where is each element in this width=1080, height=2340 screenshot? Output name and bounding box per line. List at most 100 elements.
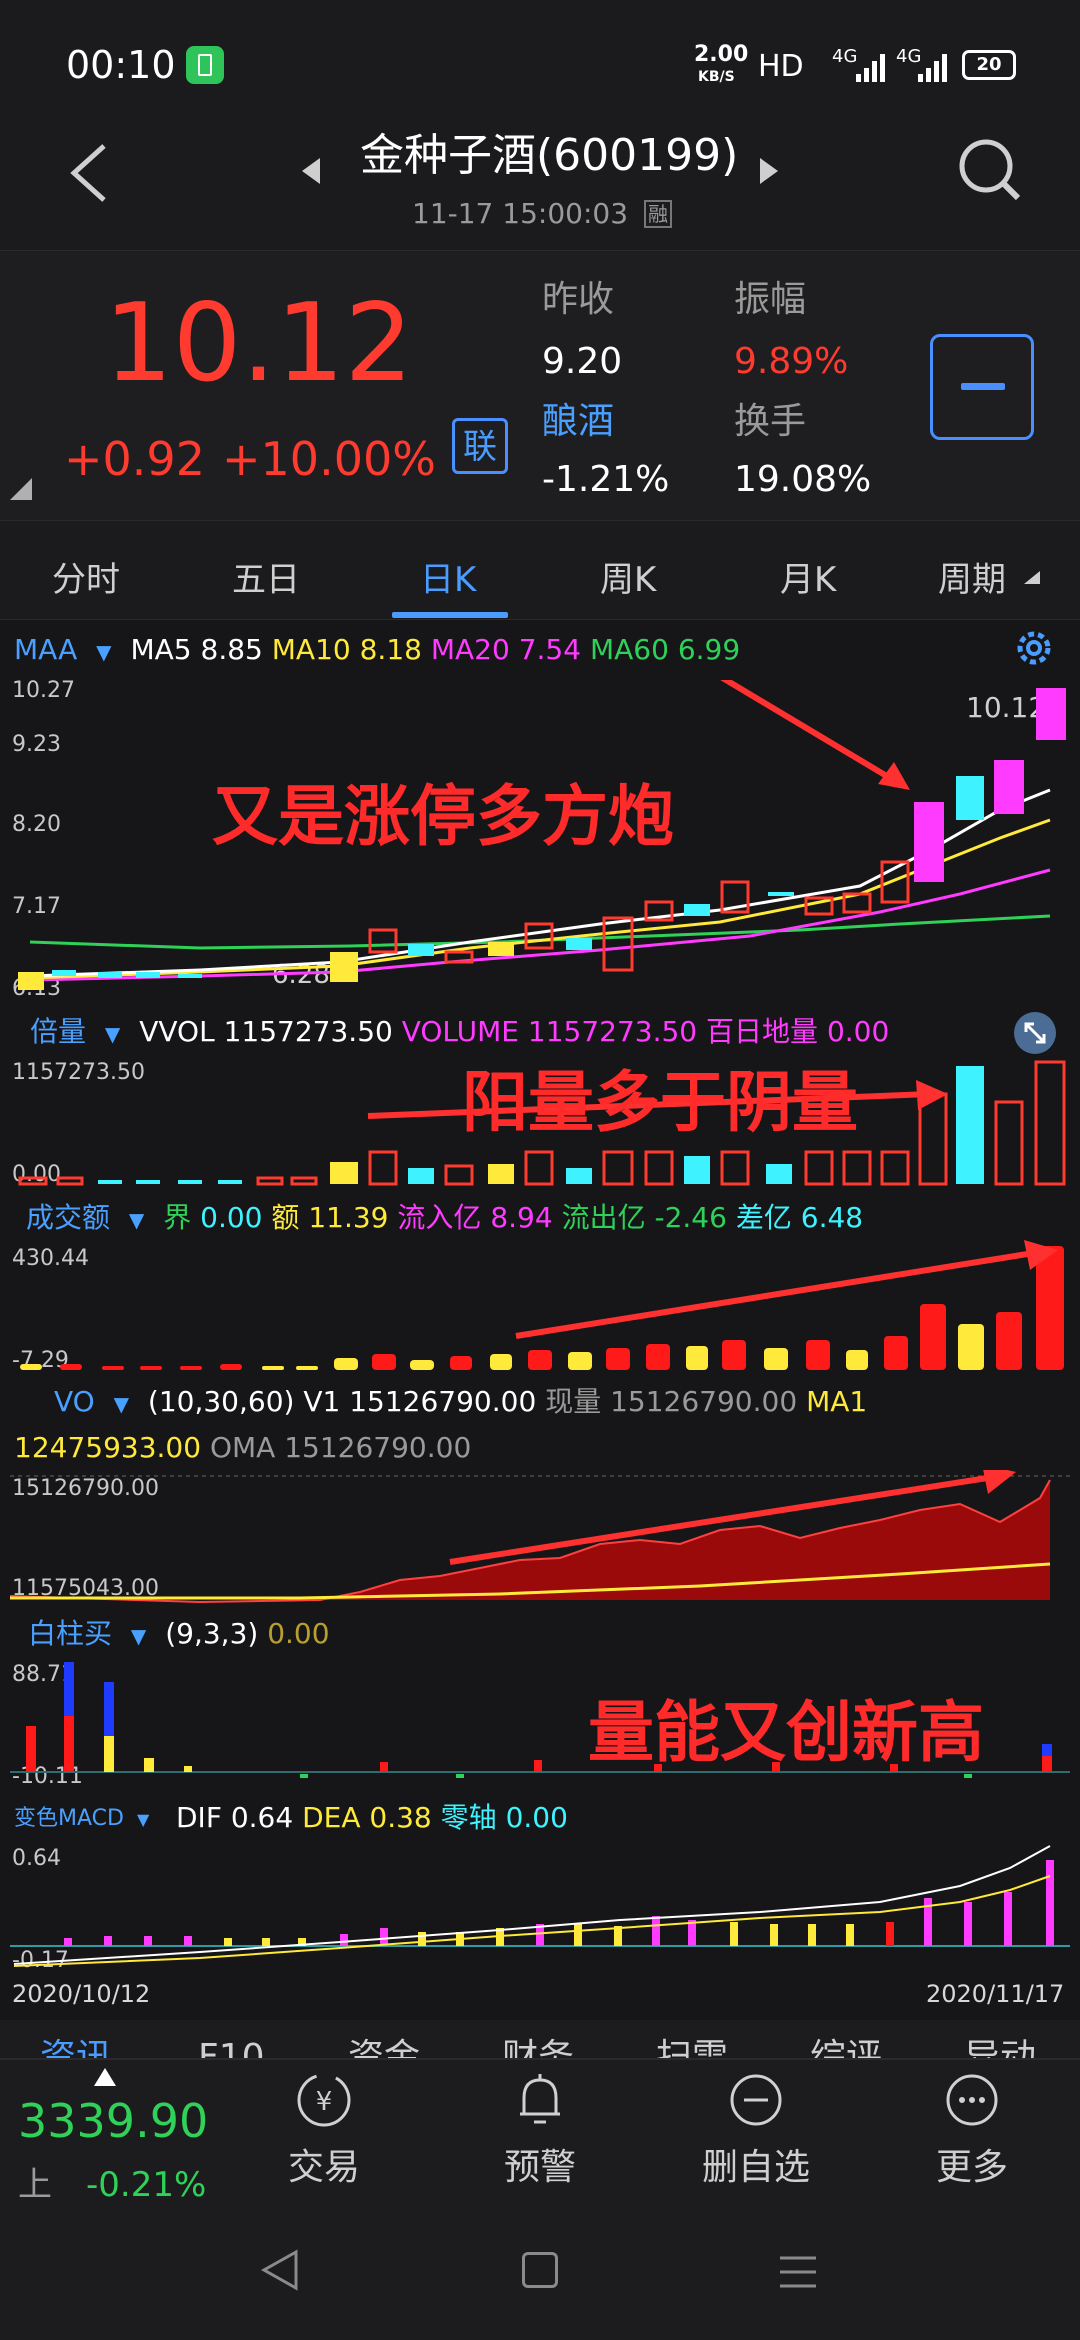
quote-datetime: 11-17 15:00:03 (412, 197, 629, 230)
vvol-label: VVOL (139, 1015, 215, 1048)
vol-annotation: 阳量多于阴量 (462, 1064, 858, 1141)
vo-chart[interactable] (0, 1470, 1080, 1610)
remove-watchlist-button[interactable] (930, 334, 1034, 440)
tab-finance[interactable]: 财务 (502, 2040, 574, 2061)
vo-dropdown-icon[interactable]: ▼ (114, 1392, 129, 1416)
net-speed-unit: KB/S (698, 69, 735, 85)
bzm-dropdown-icon[interactable]: ▼ (131, 1624, 146, 1648)
ma20-value: 7.54 (518, 633, 582, 666)
stock-title: 金种子酒(600199) (360, 130, 739, 181)
dif-label: DIF (176, 1801, 222, 1834)
period-dropdown-icon (1024, 570, 1040, 589)
bzm-params: (9,3,3) (165, 1617, 259, 1650)
alert-label: 预警 (503, 2147, 576, 2188)
amplitude-value: 9.89% (734, 341, 849, 382)
index-up-icon (94, 2068, 116, 2090)
macd-panel-legend: 变色MACD ▼ (14, 1808, 155, 1830)
next-stock-icon[interactable] (758, 156, 780, 190)
sector-link[interactable]: 酿酒 (542, 404, 614, 440)
price-change: +0.92 (64, 432, 205, 486)
ma5-label: MA5 (130, 633, 192, 666)
divider (0, 2058, 1080, 2060)
tab-period[interactable]: 周期 (938, 552, 1006, 601)
macd-values-legend: DIF 0.64 DEA 0.38 零轴 0.00 (176, 1804, 568, 1832)
vol-indicator-name[interactable]: 倍量 (30, 1015, 86, 1048)
dea-label: DEA (302, 1801, 361, 1834)
index-value[interactable]: 3339.90 (18, 2098, 208, 2144)
turnover-label: 换手 (734, 401, 807, 442)
tab-funds[interactable]: 资金 (348, 2040, 420, 2061)
vol-dropdown-icon[interactable]: ▼ (105, 1022, 120, 1046)
tab-news[interactable]: 资讯 (40, 2040, 112, 2061)
system-back-icon[interactable] (258, 2248, 302, 2296)
tab-intraday[interactable]: 分时 (52, 552, 120, 601)
v1-label: V1 (303, 1385, 341, 1418)
inflow-label: 流入亿 (397, 1201, 482, 1234)
macd-indicator-name[interactable]: 变色MACD (14, 1806, 124, 1831)
tab-risk-scan[interactable]: 扫雷 (656, 2040, 728, 2061)
ma-indicator-name[interactable]: MAA (14, 633, 77, 666)
remove-circle-icon (686, 2070, 826, 2134)
cut-tabs-row: 资讯 F10 资金 财务 扫雷 综评 异动 (0, 2020, 1080, 2061)
trade-label: 交易 (287, 2147, 360, 2188)
bzm-panel-legend: 白柱买 ▼ (9,3,3) 0.00 (28, 1620, 330, 1648)
tab-f10[interactable]: F10 (198, 2040, 265, 2061)
ma1-value: 12475933.00 (14, 1431, 202, 1464)
system-menu-icon[interactable] (778, 2252, 818, 2296)
bzm-value: 0.00 (267, 1617, 330, 1650)
expand-icon[interactable] (1014, 1012, 1056, 1054)
corner-expand-icon[interactable] (8, 476, 34, 506)
related-button[interactable]: 联 (452, 418, 508, 474)
tab-weekly-k[interactable]: 周K (600, 552, 656, 601)
system-home-icon[interactable] (522, 2252, 558, 2288)
index-change[interactable]: -0.21% (86, 2168, 206, 2202)
zero-axis-value: 0.00 (505, 1801, 568, 1834)
period-tabs (0, 520, 1080, 620)
index-name[interactable]: 上 (18, 2168, 52, 2202)
amount-panel-legend: 成交额 ▼ 界 0.00 额 11.39 流入亿 8.94 流出亿 -2.46 … (26, 1204, 863, 1232)
last-price: 10.12 (104, 281, 414, 406)
tab-daily-k[interactable]: 日K (420, 552, 476, 601)
more-button[interactable]: 更多 (902, 2070, 1042, 2186)
amount-dropdown-icon[interactable]: ▼ (129, 1208, 144, 1232)
sector-change: -1.21% (542, 459, 670, 500)
v1-value: 15126790.00 (349, 1385, 537, 1418)
tab-movement[interactable]: 异动 (964, 2040, 1036, 2061)
remove-favorite-button[interactable]: 删自选 (686, 2070, 826, 2186)
amount-chart[interactable] (0, 1240, 1080, 1380)
bell-icon (470, 2070, 610, 2134)
current-vol-value: 15126790.00 (610, 1385, 798, 1418)
prev-stock-icon[interactable] (300, 156, 322, 190)
zero-axis-label: 零轴 (440, 1801, 497, 1834)
active-tab-indicator (392, 612, 508, 618)
alert-button[interactable]: 预警 (470, 2070, 610, 2186)
prev-close-value: 9.20 (542, 341, 623, 382)
search-icon[interactable] (956, 136, 1022, 206)
macd-chart[interactable] (0, 1840, 1080, 1980)
net-speed-value: 2.00 (694, 42, 749, 67)
trade-button[interactable]: ¥ 交易 (254, 2070, 394, 2186)
tab-review[interactable]: 综评 (810, 2040, 882, 2061)
turnover-value: 19.08% (734, 459, 872, 500)
date-end: 2020/11/17 (926, 1980, 1065, 2008)
bzm-annotation: 量能又创新高 (588, 1694, 984, 1771)
yen-exchange-icon: ¥ (254, 2070, 394, 2134)
amplitude-label: 振幅 (734, 279, 807, 320)
back-icon[interactable] (66, 140, 110, 210)
vo-indicator-name[interactable]: VO (54, 1385, 95, 1418)
battery-saver-icon (186, 46, 224, 84)
tab-five-day[interactable]: 五日 (232, 552, 300, 601)
remove-favorite-label: 删自选 (701, 2147, 810, 2188)
macd-dropdown-icon[interactable]: ▼ (137, 1810, 149, 1829)
amount-indicator-name[interactable]: 成交额 (26, 1201, 110, 1234)
battery-icon: 20 (962, 50, 1016, 80)
hundred-day-low-value: 0.00 (826, 1015, 890, 1048)
outflow-value: -2.46 (654, 1201, 727, 1234)
ma-dropdown-icon[interactable]: ▼ (96, 640, 111, 664)
ma-annotation: 又是涨停多方炮 (212, 778, 674, 855)
bzm-indicator-name[interactable]: 白柱买 (28, 1617, 112, 1650)
tab-monthly-k[interactable]: 月K (780, 552, 836, 601)
settings-gear-icon[interactable] (1012, 626, 1056, 674)
more-label: 更多 (935, 2147, 1008, 2188)
price-change-pct: +10.00% (222, 432, 436, 486)
